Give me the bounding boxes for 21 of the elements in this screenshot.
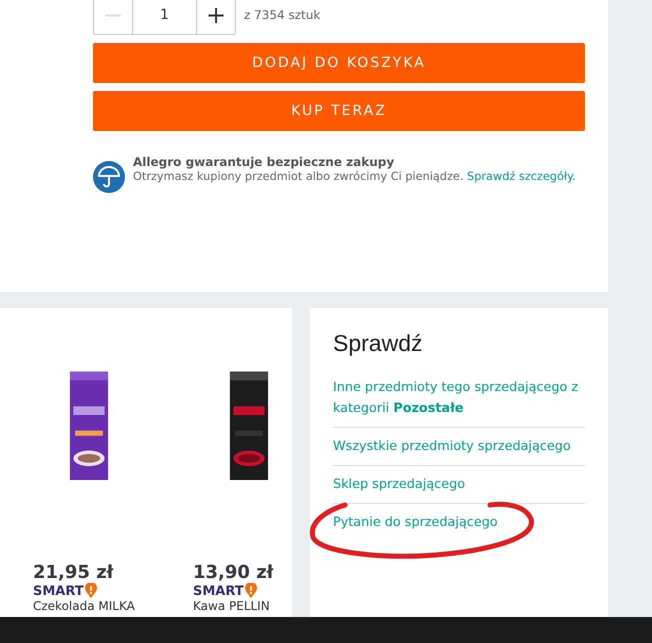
seller-link[interactable]: Wszystkie przedmioty sprzedającego [333,436,585,457]
price: 13,90 zł [193,562,274,583]
guarantee-text: Otrzymasz kupiony przedmiot albo zwrócimy Ci pieniądze. Sprawdź szczegóły. [133,169,576,185]
exclamation-pin-icon [84,583,97,599]
seller-link[interactable]: Pytanie do sprzedającego [333,512,585,533]
section-title: Sprawdź [333,330,424,357]
product-name[interactable]: Czekolada MILKA [33,599,145,613]
details-link[interactable]: Sprawdź szczegóły [467,170,572,183]
smart-label: SMART [193,584,244,598]
seller-link[interactable]: Inne przedmioty tego sprzedającego z kategorii Pozostałe [333,377,585,419]
product-name[interactable]: Kawa PELLIN [193,599,292,613]
exclamation-pin-icon [244,583,257,599]
smart-label: SMART [33,584,84,598]
quantity-field[interactable]: 1 [132,0,197,34]
guarantee-title: Allegro gwarantuje bezpieczne zakupy [133,155,396,169]
seller-link[interactable]: Sklep sprzedającego [333,474,585,495]
cart-button[interactable]: DODAJ DO KOSZYKA [93,43,585,83]
cart-button[interactable]: KUP TERAZ [93,91,585,131]
stock-count: z 7354 sztuk [244,8,320,22]
price: 21,95 zł [33,562,114,583]
umbrella-icon [93,161,125,193]
